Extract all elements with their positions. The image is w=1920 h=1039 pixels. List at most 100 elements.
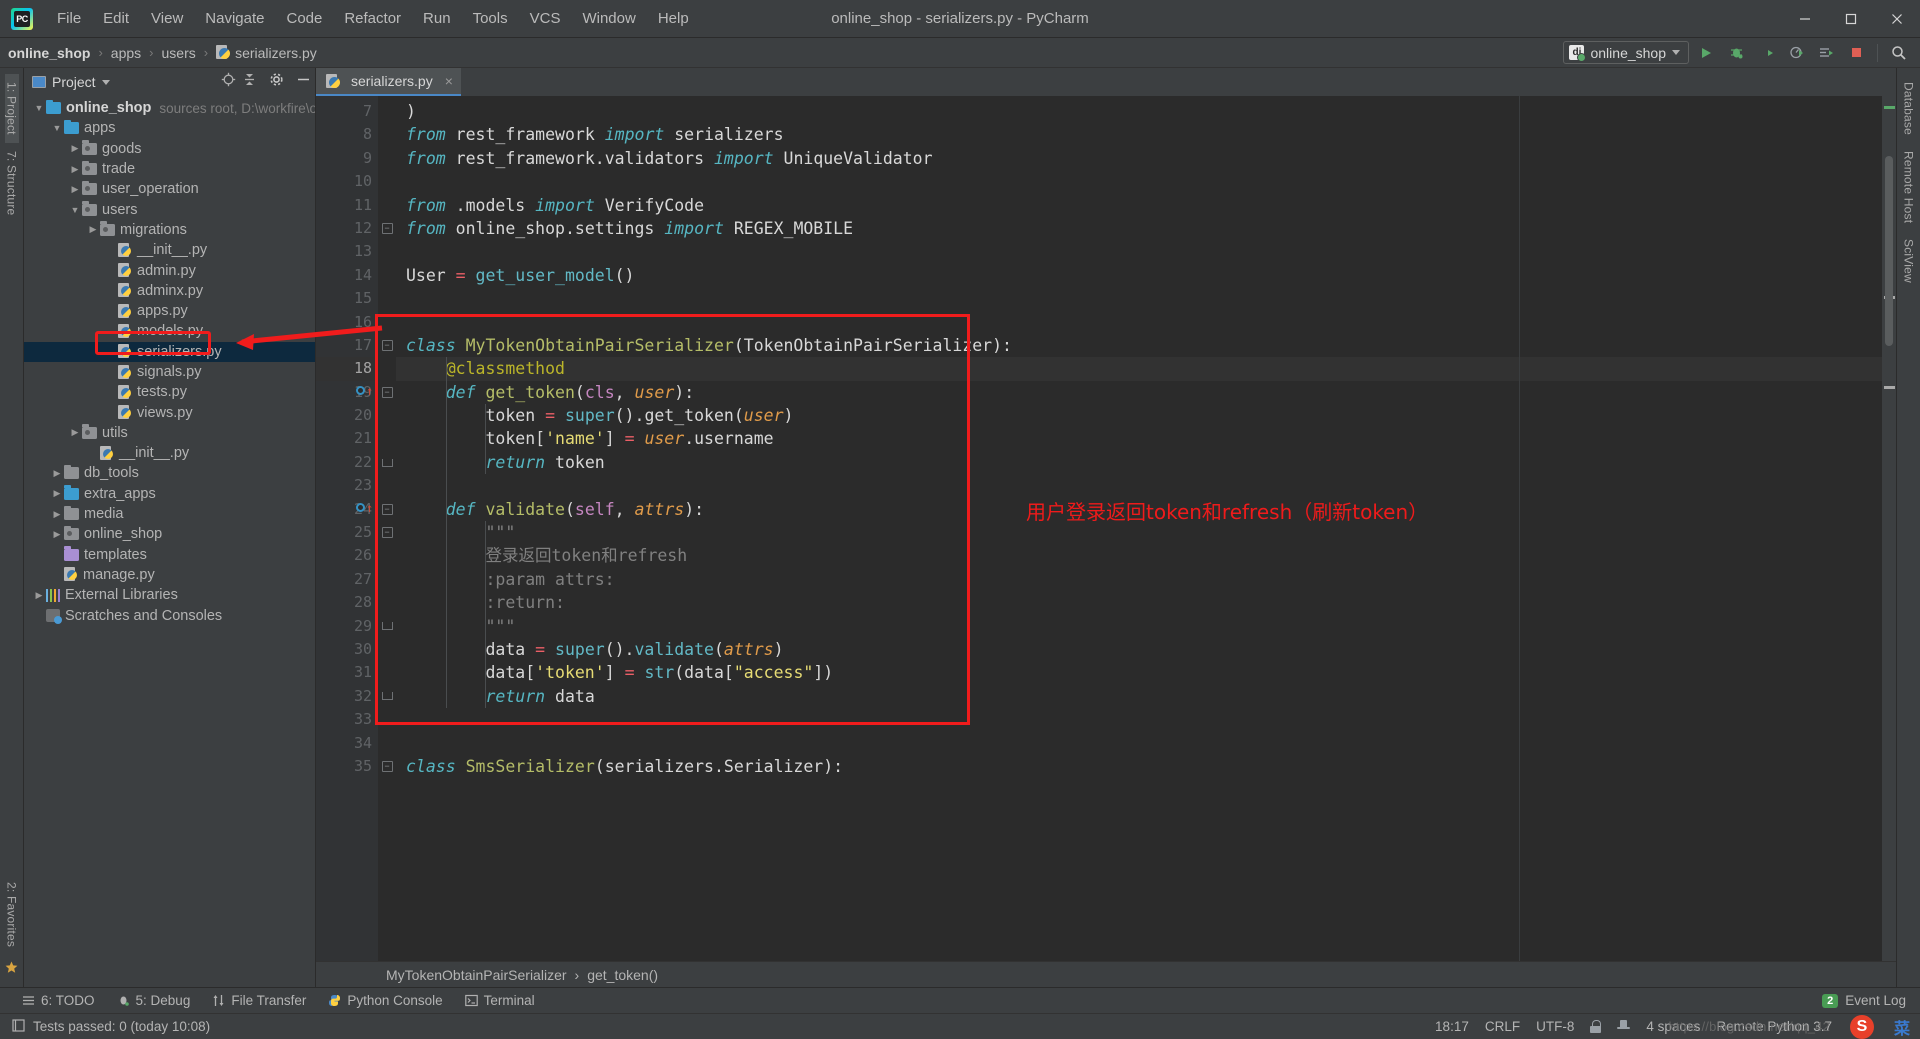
code-line[interactable]: from .models import VerifyCode [396, 194, 1882, 217]
close-icon[interactable]: × [445, 73, 453, 89]
scrollbar-thumb[interactable] [1885, 156, 1893, 346]
tree-item-external-libraries[interactable]: ▶ External Libraries [24, 585, 315, 605]
code-line[interactable]: data = super().validate(attrs) [396, 638, 1882, 661]
breadcrumb-apps[interactable]: apps [111, 45, 141, 61]
line-number[interactable]: 27 [316, 568, 378, 591]
fold-cell[interactable] [378, 474, 396, 497]
line-number[interactable]: 30 [316, 638, 378, 661]
code-line[interactable]: 登录返回token和refresh [396, 544, 1882, 567]
code-line[interactable]: @classmethod [396, 357, 1882, 381]
fold-cell[interactable] [378, 357, 396, 380]
code-line[interactable]: class MyTokenObtainPairSerializer(TokenO… [396, 334, 1882, 357]
line-number[interactable]: 20 [316, 404, 378, 427]
tree-item-utils[interactable]: ▶ utils [24, 423, 315, 443]
tree-item-goods[interactable]: ▶ goods [24, 139, 315, 159]
chevron-down-icon[interactable] [101, 79, 110, 85]
menu-edit[interactable]: Edit [93, 6, 139, 31]
tree-item-db-tools[interactable]: ▶ db_tools [24, 463, 315, 483]
line-number-gutter[interactable]: 7891011121314151617181920212223242526272… [316, 96, 378, 961]
fold-collapse-icon[interactable]: − [381, 761, 393, 773]
tree-toggle-collapsed-icon[interactable]: ▶ [68, 164, 82, 175]
menu-navigate[interactable]: Navigate [195, 6, 274, 31]
code-line[interactable]: from online_shop.settings import REGEX_M… [396, 217, 1882, 240]
tree-item-users[interactable]: ▼ users [24, 199, 315, 219]
tree-toggle-collapsed-icon[interactable]: ▶ [50, 488, 64, 499]
line-number[interactable]: 22 [316, 451, 378, 474]
line-number[interactable]: 9 [316, 147, 378, 170]
overriding-method-icon[interactable]: ↑ [356, 385, 373, 397]
code-line[interactable]: return token [396, 451, 1882, 474]
code-line[interactable]: token = super().get_token(user) [396, 404, 1882, 427]
menu-vcs[interactable]: VCS [520, 6, 571, 31]
line-number[interactable]: 29 [316, 615, 378, 638]
run-button[interactable] [1693, 40, 1719, 66]
fold-end-icon[interactable] [381, 692, 393, 701]
tree-item-extra-apps[interactable]: ▶ extra_apps [24, 484, 315, 504]
line-number[interactable]: 33 [316, 708, 378, 731]
profile-button[interactable] [1783, 40, 1809, 66]
fold-cell[interactable] [378, 427, 396, 450]
line-number[interactable]: 18 [316, 357, 378, 381]
tree-item--init-py[interactable]: __init__.py [24, 240, 315, 260]
code-line[interactable]: :return: [396, 591, 1882, 614]
editor-breadcrumb-method[interactable]: get_token() [587, 967, 658, 983]
tree-item-adminx-py[interactable]: adminx.py [24, 281, 315, 301]
menu-window[interactable]: Window [572, 6, 645, 31]
line-number[interactable]: 25 [316, 521, 378, 544]
breadcrumb-users[interactable]: users [162, 45, 196, 61]
fold-cell[interactable]: − [378, 521, 396, 544]
ime-logo-icon[interactable]: S [1848, 1014, 1878, 1039]
tree-toggle-collapsed-icon[interactable]: ▶ [68, 184, 82, 195]
sidebar-item-project[interactable]: 1: Project [4, 74, 19, 143]
line-number[interactable]: 10 [316, 170, 378, 193]
project-tree[interactable]: ▼ online_shop sources root, D:\workfire\on… [24, 96, 315, 987]
status-encoding[interactable]: UTF-8 [1536, 1019, 1574, 1034]
code-line[interactable] [396, 708, 1882, 731]
tree-item-scratches-and-consoles[interactable]: Scratches and Consoles [24, 605, 315, 625]
fold-end-icon[interactable] [381, 458, 393, 467]
tree-toggle-collapsed-icon[interactable]: ▶ [32, 590, 46, 601]
breadcrumb-online-shop[interactable]: online_shop [8, 45, 90, 61]
fold-cell[interactable] [378, 708, 396, 731]
code-line[interactable]: ) [396, 100, 1882, 123]
menu-view[interactable]: View [141, 6, 193, 31]
fold-cell[interactable] [378, 147, 396, 170]
fold-cell[interactable] [378, 100, 396, 123]
fold-collapse-icon[interactable]: − [381, 223, 393, 235]
fold-cell[interactable] [378, 568, 396, 591]
tool-window-terminal[interactable]: Terminal [464, 993, 535, 1008]
menu-help[interactable]: Help [648, 6, 699, 31]
fold-end-icon[interactable] [381, 622, 393, 631]
tree-toggle-collapsed-icon[interactable]: ▶ [50, 529, 64, 540]
code-line[interactable] [396, 474, 1882, 497]
fold-collapse-icon[interactable]: − [381, 503, 393, 515]
event-log-area[interactable]: 2 Event Log [1822, 993, 1906, 1008]
sidebar-item-structure[interactable]: 7: Structure [5, 143, 19, 223]
fold-cell[interactable] [378, 732, 396, 755]
editor-breadcrumb-class[interactable]: MyTokenObtainPairSerializer [386, 967, 567, 983]
tree-toggle-collapsed-icon[interactable]: ▶ [68, 427, 82, 438]
fold-cell[interactable] [378, 194, 396, 217]
code-line[interactable]: token['name'] = user.username [396, 427, 1882, 450]
fold-cell[interactable] [378, 264, 396, 287]
line-number[interactable]: 14 [316, 264, 378, 287]
tool-window-file-transfer[interactable]: File Transfer [212, 993, 306, 1008]
fold-cell[interactable] [378, 685, 396, 708]
status-line-separator[interactable]: CRLF [1485, 1019, 1520, 1034]
tool-window-todo[interactable]: 6: TODO [22, 993, 95, 1008]
menu-file[interactable]: File [47, 6, 91, 31]
code-line[interactable] [396, 170, 1882, 193]
tool-window-debug[interactable]: 5: Debug [117, 993, 190, 1008]
tree-toggle-expanded-icon[interactable]: ▼ [32, 103, 46, 113]
code-folding-column[interactable]: − − − − − − [378, 96, 396, 961]
fold-cell[interactable] [378, 123, 396, 146]
code-line[interactable]: def get_token(cls, user): [396, 381, 1882, 404]
sidebar-item-favorites[interactable]: 2: Favorites [5, 874, 19, 955]
menu-tools[interactable]: Tools [463, 6, 518, 31]
code-line[interactable]: User = get_user_model() [396, 264, 1882, 287]
line-number[interactable]: 15 [316, 287, 378, 310]
run-configuration-selector[interactable]: dj online_shop [1563, 41, 1689, 64]
code-line[interactable]: class SmsSerializer(serializers.Serializ… [396, 755, 1882, 778]
inspection-hat-icon[interactable] [1617, 1020, 1631, 1033]
overriding-method-icon[interactable]: ↑ [356, 502, 373, 514]
